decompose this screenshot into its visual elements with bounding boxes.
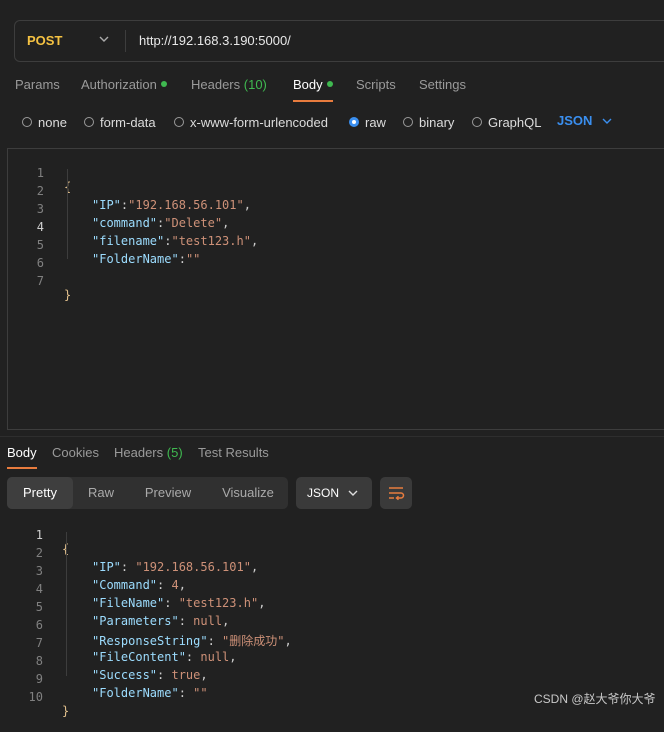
line-number: 10 (28, 690, 43, 704)
response-tab-test-results[interactable]: Test Results (198, 445, 269, 460)
format-label: JSON (307, 486, 340, 500)
code-line: 3 "Command": 4, (0, 550, 186, 592)
code-line: 7 } (8, 260, 71, 302)
response-format-select[interactable]: JSON (296, 477, 372, 509)
request-url-bar: POST http://192.168.3.190:5000/ (14, 20, 664, 62)
wrap-lines-button[interactable] (380, 477, 412, 509)
response-tab-headers[interactable]: Headers (5) (114, 445, 183, 460)
response-tab-body[interactable]: Body (7, 445, 37, 460)
radio-binary[interactable]: binary (403, 113, 454, 131)
active-tab-indicator (7, 467, 37, 469)
code-line: 6 (8, 242, 44, 270)
view-visualize-button[interactable]: Visualize (211, 477, 285, 509)
json-value: "192.168.56.101" (128, 198, 244, 212)
indent-guide (67, 169, 68, 259)
json-value: null (193, 614, 223, 628)
response-view-toggle: Pretty Raw Preview Visualize (7, 477, 288, 509)
response-tab-cookies[interactable]: Cookies (52, 445, 99, 460)
close-brace: } (62, 704, 70, 718)
radio-form-data[interactable]: form-data (84, 113, 156, 131)
watermark: CSDN @赵大爷你大爷 (534, 692, 656, 706)
radio-circle[interactable] (472, 117, 482, 127)
json-key: "IP" (92, 560, 121, 574)
json-key: "FileContent" (92, 650, 186, 664)
url-input[interactable]: http://192.168.3.190:5000/ (139, 33, 291, 48)
code-line: 4 "filename":"test123.h", (8, 206, 258, 248)
json-key: "Success" (92, 668, 158, 682)
tab-body[interactable]: Body (293, 77, 333, 92)
json-key: "Command" (92, 578, 158, 592)
radio-circle[interactable] (174, 117, 184, 127)
json-key: "command" (92, 216, 158, 230)
radio-circle[interactable] (349, 117, 359, 127)
radio-urlencoded[interactable]: x-www-form-urlencoded (174, 113, 328, 131)
http-method-select[interactable]: POST (27, 33, 62, 48)
tab-authorization[interactable]: Authorization (81, 77, 167, 92)
radio-raw[interactable]: raw (349, 113, 386, 131)
json-value: "删除成功" (222, 634, 285, 648)
response-body-viewer[interactable]: 1 { 2 "IP": "192.168.56.101", 3 "Command… (0, 514, 664, 718)
code-line: 1 { (8, 152, 71, 194)
code-line: 4 "FileName": "test123.h", (0, 568, 266, 610)
json-key: "FolderName" (92, 686, 179, 700)
tab-scripts[interactable]: Scripts (356, 77, 396, 92)
code-line: 6 "ResponseString": "删除成功", (0, 604, 292, 648)
json-key: "FolderName" (92, 252, 179, 266)
status-dot (160, 81, 167, 87)
code-line: 1 { (0, 514, 69, 556)
code-line: 5 "FolderName":"" (8, 224, 201, 266)
code-line: 3 "command":"Delete", (8, 188, 230, 230)
json-key: "IP" (92, 198, 121, 212)
radio-graphql[interactable]: GraphQL (472, 113, 541, 131)
json-value: 4 (171, 578, 179, 592)
json-key: "filename" (92, 234, 165, 248)
json-value: "" (185, 252, 201, 266)
code-line: 7 "FileContent": null, (0, 622, 237, 664)
chevron-down-icon[interactable] (99, 34, 109, 44)
active-tab-indicator (293, 100, 333, 102)
json-key: "ResponseString" (92, 634, 208, 648)
chevron-down-icon[interactable] (602, 116, 612, 126)
code-line: 9 "FolderName": "" (0, 658, 208, 700)
json-value: "192.168.56.101" (135, 560, 251, 574)
json-key: "Parameters" (92, 614, 179, 628)
json-value: "test123.h" (178, 596, 259, 610)
body-language-select[interactable]: JSON (557, 113, 592, 128)
json-value: null (200, 650, 230, 664)
view-raw-button[interactable]: Raw (73, 477, 129, 509)
radio-circle[interactable] (84, 117, 94, 127)
request-body-editor[interactable]: 1 { 2 "IP":"192.168.56.101", 3 "command"… (7, 148, 664, 430)
tab-headers[interactable]: Headers (10) (191, 77, 267, 92)
view-pretty-button[interactable]: Pretty (7, 477, 73, 509)
json-key: "FileName" (92, 596, 165, 610)
code-line: 10 } (0, 676, 70, 718)
json-value: "" (193, 686, 208, 700)
status-dot (326, 81, 333, 87)
view-preview-button[interactable]: Preview (133, 477, 203, 509)
tab-params[interactable]: Params (15, 77, 60, 92)
json-value: true (171, 668, 201, 682)
url-divider (125, 30, 126, 52)
radio-circle[interactable] (22, 117, 32, 127)
close-brace: } (64, 288, 72, 302)
radio-circle[interactable] (403, 117, 413, 127)
chevron-down-icon (348, 490, 358, 496)
code-line: 8 "Success": true, (0, 640, 208, 682)
response-divider[interactable] (0, 436, 664, 437)
code-line: 2 "IP":"192.168.56.101", (8, 170, 251, 212)
json-value: "test123.h" (171, 234, 251, 248)
code-line: 5 "Parameters": null, (0, 586, 230, 628)
tab-settings[interactable]: Settings (419, 77, 466, 92)
indent-guide (66, 532, 67, 676)
json-value: "Delete" (164, 216, 223, 230)
code-line: 2 "IP": "192.168.56.101", (0, 532, 258, 574)
line-number: 7 (36, 274, 44, 288)
radio-none[interactable]: none (22, 113, 67, 131)
wrap-lines-icon (389, 487, 405, 501)
